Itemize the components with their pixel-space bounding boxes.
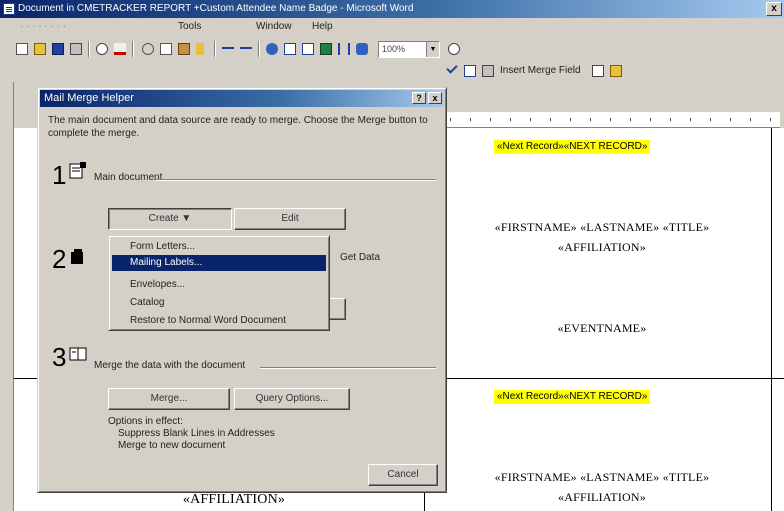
menu-item-tools[interactable]: Tools — [178, 18, 201, 36]
left-ruler — [0, 82, 14, 511]
standard-toolbar: 100% ▼ — [0, 38, 784, 60]
undo-icon[interactable] — [220, 41, 236, 57]
menu-item-file-blurred[interactable]: · · · · · · · · — [20, 18, 66, 36]
window-close-button[interactable]: x — [766, 2, 782, 16]
create-dropdown-menu: Form Letters... Mailing Labels... Envelo… — [108, 235, 330, 331]
columns-icon[interactable] — [336, 41, 352, 57]
menu-item-help[interactable]: Help — [312, 18, 333, 36]
merge-button[interactable]: Merge... — [108, 388, 230, 410]
menu-item-window[interactable]: Window — [256, 18, 292, 36]
data-source-icon — [68, 248, 88, 266]
menu-item-envelopes[interactable]: Envelopes... — [112, 277, 326, 293]
new-icon[interactable] — [14, 41, 30, 57]
menu-item-form-letters[interactable]: Form Letters... — [112, 239, 326, 255]
menu-item-mailing-labels[interactable]: Mailing Labels... — [112, 255, 326, 271]
save-icon[interactable] — [50, 41, 66, 57]
menu-item-catalog[interactable]: Catalog — [112, 295, 326, 311]
zoom-select[interactable]: 100% ▼ — [378, 41, 440, 58]
options-heading: Options in effect: — [108, 416, 183, 427]
excel-icon[interactable] — [318, 41, 334, 57]
toolbar-separator — [88, 41, 90, 57]
step-2-number: 2 — [52, 244, 67, 274]
drawing-icon[interactable] — [354, 41, 370, 57]
format-painter-icon[interactable] — [194, 41, 210, 57]
next-record-field[interactable]: «Next Record»«NEXT RECORD» — [494, 140, 651, 154]
dialog-title: Mail Merge Helper — [44, 92, 134, 104]
paste-icon[interactable] — [176, 41, 192, 57]
affiliation-merge-field-2[interactable]: «AFFILIATION» — [442, 490, 762, 505]
word-window: Document in CMETRACKER REPORT +Custom At… — [0, 0, 784, 511]
step-3-divider — [260, 367, 436, 369]
cancel-button[interactable]: Cancel — [368, 464, 438, 486]
query-options-button[interactable]: Query Options... — [234, 388, 350, 410]
merge-to-printer-icon[interactable] — [480, 63, 496, 79]
find-record-icon[interactable] — [608, 63, 624, 79]
create-button[interactable]: Create ▼ — [108, 208, 232, 230]
affiliation-merge-field[interactable]: «AFFILIATION» — [442, 240, 762, 255]
table-icon[interactable] — [300, 41, 316, 57]
toolbar-separator — [258, 41, 260, 57]
create-button-label: Create — [148, 213, 179, 224]
zoom-value: 100% — [382, 44, 406, 54]
event-name-merge-field[interactable]: «EVENTNAME» — [442, 321, 762, 336]
copy-icon[interactable] — [158, 41, 174, 57]
get-data-hint: Get Data — [340, 252, 381, 263]
name-merge-fields[interactable]: «FIRSTNAME» «LASTNAME» «TITLE» — [442, 220, 762, 235]
step-1-label: Main document — [94, 172, 163, 183]
help-icon[interactable] — [446, 41, 462, 57]
chevron-down-icon[interactable]: ▼ — [426, 42, 439, 57]
step-3-number: 3 — [52, 342, 67, 372]
merge-to-doc-icon[interactable] — [462, 63, 478, 79]
main-document-icon — [68, 162, 88, 180]
tables-icon[interactable] — [282, 41, 298, 57]
step-1-divider — [156, 179, 436, 181]
horizontal-ruler[interactable] — [440, 112, 780, 128]
check-errors-icon[interactable] — [444, 62, 460, 79]
cut-icon[interactable] — [140, 41, 156, 57]
step-3-label: Merge the data with the document — [94, 360, 246, 371]
print-icon[interactable] — [68, 41, 84, 57]
dialog-intro-text: The main document and data source are re… — [48, 115, 428, 139]
dialog-close-button[interactable]: x — [428, 92, 442, 104]
merge-icon — [68, 346, 88, 364]
menu-bar: · · · · · · · · Tools Window Help — [0, 18, 784, 36]
preview-icon[interactable] — [94, 41, 110, 57]
option-line-2: Merge to new document — [118, 440, 226, 451]
label-divider-right — [771, 128, 772, 511]
mail-merge-helper-icon[interactable] — [590, 63, 606, 79]
name-merge-fields-2[interactable]: «FIRSTNAME» «LASTNAME» «TITLE» — [442, 470, 762, 485]
dialog-help-button[interactable]: ? — [412, 92, 426, 104]
spelling-icon[interactable] — [112, 41, 128, 57]
dialog-title-bar: Mail Merge Helper ? x — [40, 90, 444, 107]
toolbar-separator — [132, 41, 134, 57]
affiliation-merge-field-left[interactable]: «AFFILIATION» — [124, 492, 344, 508]
hyperlink-icon[interactable] — [264, 41, 280, 57]
open-icon[interactable] — [32, 41, 48, 57]
word-app-icon — [3, 3, 15, 15]
edit-button[interactable]: Edit — [234, 208, 346, 230]
menu-item-restore-normal[interactable]: Restore to Normal Word Document — [112, 313, 326, 329]
toolbar-separator — [214, 41, 216, 57]
step-1-number: 1 — [52, 160, 67, 190]
option-line-1: Suppress Blank Lines in Addresses — [118, 428, 275, 439]
next-record-field-2[interactable]: «Next Record»«NEXT RECORD» — [494, 390, 651, 404]
title-bar: Document in CMETRACKER REPORT +Custom At… — [0, 0, 784, 18]
mail-merge-toolbar: Insert Merge Field — [440, 60, 784, 82]
redo-icon[interactable] — [238, 41, 254, 57]
window-title: Document in CMETRACKER REPORT +Custom At… — [18, 3, 414, 14]
merge-field-label[interactable]: Insert Merge Field — [500, 63, 581, 79]
